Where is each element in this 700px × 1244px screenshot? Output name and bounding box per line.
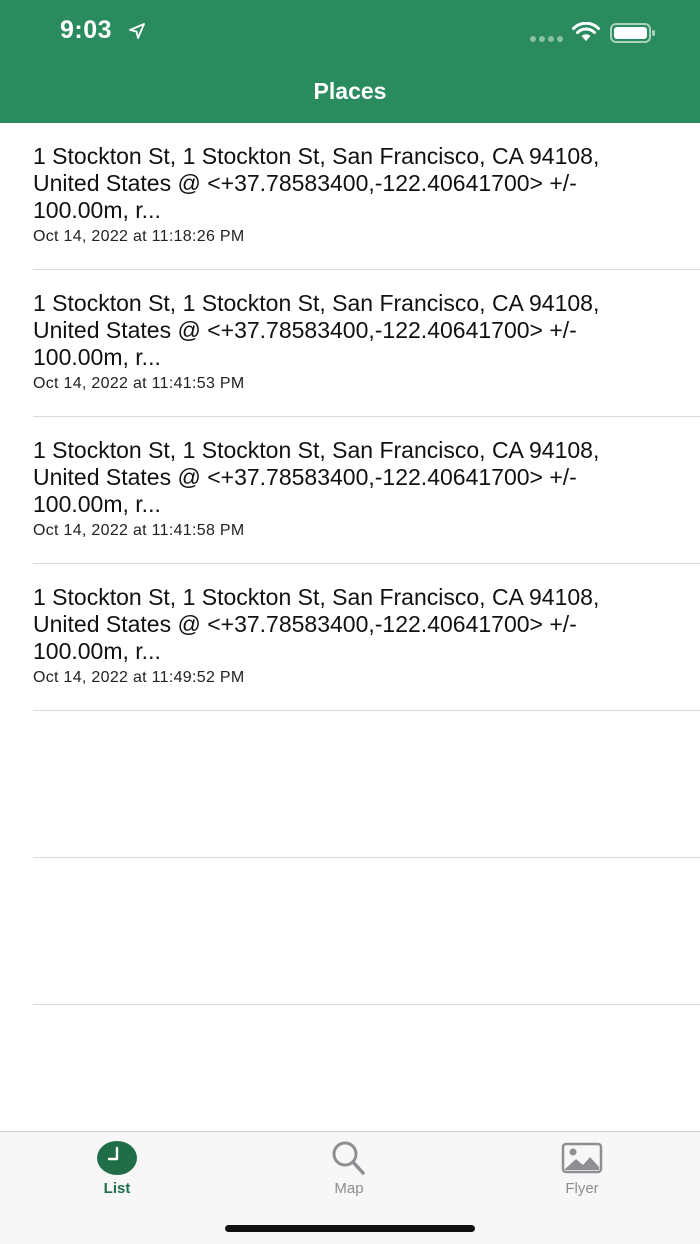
list-item[interactable]: 1 Stockton St, 1 Stockton St, San Franci… [0,270,700,417]
row-divider [33,1004,700,1005]
place-title: 1 Stockton St, 1 Stockton St, San Franci… [33,143,600,223]
list-item[interactable]: 1 Stockton St, 1 Stockton St, San Franci… [0,123,700,270]
place-title: 1 Stockton St, 1 Stockton St, San Franci… [33,584,600,664]
place-timestamp: Oct 14, 2022 at 11:41:53 PM [33,375,245,392]
places-screen: 9:03 Places 1 Stockton St, 1 Stockton St… [0,0,700,1244]
place-timestamp: Oct 14, 2022 at 11:49:52 PM [33,669,245,686]
status-time: 9:03 [60,16,113,44]
clock-icon [97,1141,137,1175]
empty-row [0,858,700,1005]
header: 9:03 Places [0,0,700,123]
tab-label: Flyer [565,1180,599,1197]
wifi-icon [572,22,600,41]
place-title: 1 Stockton St, 1 Stockton St, San Franci… [33,437,600,517]
tab-label: List [103,1180,131,1197]
place-timestamp: Oct 14, 2022 at 11:41:58 PM [33,522,245,539]
place-timestamp: Oct 14, 2022 at 11:18:26 PM [33,228,245,245]
location-arrow-icon [129,23,145,39]
places-list: 1 Stockton St, 1 Stockton St, San Franci… [0,123,700,1005]
photo-icon [561,1142,603,1174]
list-item[interactable]: 1 Stockton St, 1 Stockton St, San Franci… [0,417,700,564]
tab-flyer[interactable]: Flyer [522,1140,642,1197]
search-icon [332,1141,365,1175]
list-item[interactable]: 1 Stockton St, 1 Stockton St, San Franci… [0,564,700,711]
cellular-signal-icon [530,36,563,42]
empty-row [0,711,700,858]
battery-icon [610,23,655,43]
home-indicator[interactable] [225,1225,475,1232]
tab-label: Map [334,1180,364,1197]
place-title: 1 Stockton St, 1 Stockton St, San Franci… [33,290,600,370]
page-title: Places [313,78,387,104]
tab-map[interactable]: Map [289,1140,409,1197]
tab-list[interactable]: List [57,1140,177,1197]
